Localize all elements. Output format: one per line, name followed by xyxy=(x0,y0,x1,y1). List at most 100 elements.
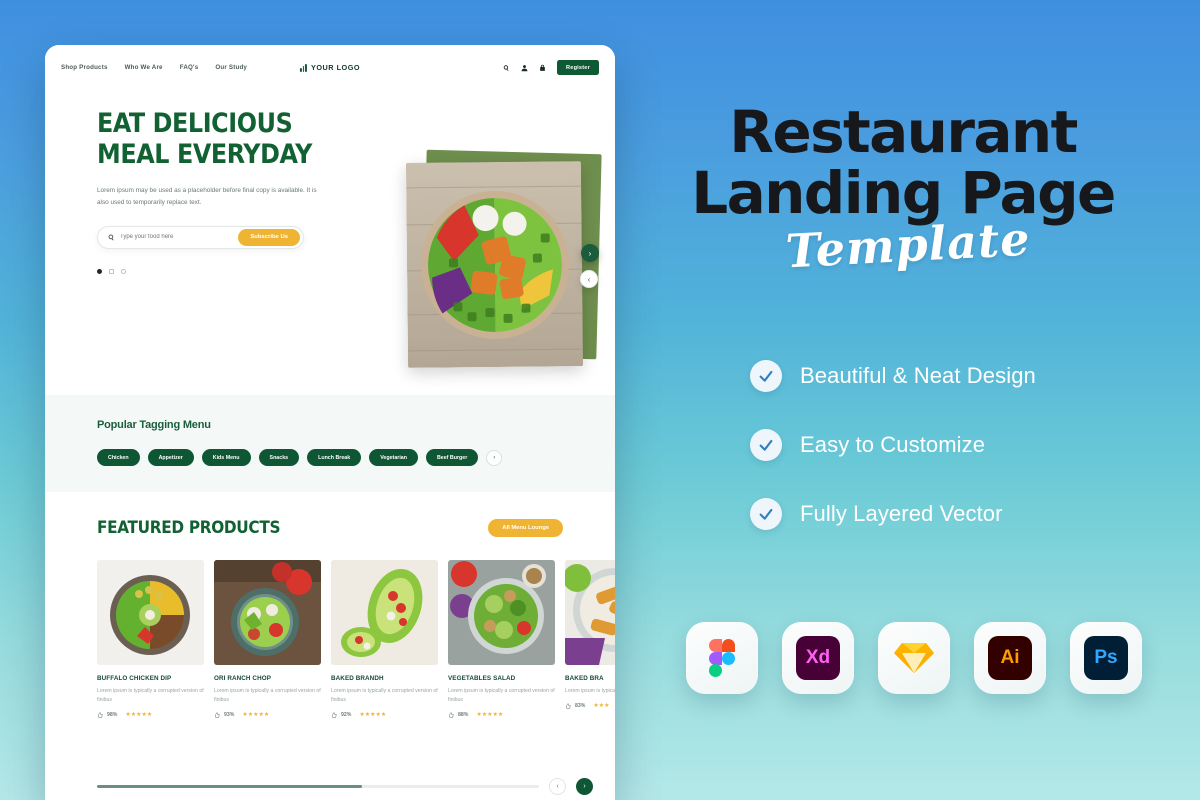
product-name: BAKED BRANDH xyxy=(331,675,384,682)
check-circle-icon xyxy=(750,498,782,530)
product-name: VEGETABLES SALAD xyxy=(448,675,516,682)
product-image xyxy=(448,560,555,665)
product-card-list: BUFFALO CHICKEN DIP Lorem ipsum is typic… xyxy=(97,560,615,718)
product-desc: Lorem ipsum is typically a corrupted ver… xyxy=(214,688,321,704)
product-card[interactable]: ORI RANCH CHOP Lorem ipsum is typically … xyxy=(214,560,321,718)
product-percent: 83% xyxy=(575,703,586,710)
logo-text: YOUR LOGO xyxy=(310,63,361,72)
product-rating: 88% ★★★★★ xyxy=(448,712,555,718)
product-desc: Lorem ipsum is typically a corrupted ver… xyxy=(331,688,438,704)
promo-title: Restaurant Landing Page xyxy=(640,103,1166,222)
popular-tagging-section: Popular Tagging Menu Chicken Appetizer K… xyxy=(45,395,615,492)
product-rating: 83% ★★★ xyxy=(565,703,615,709)
promo-title-line1: Restaurant xyxy=(729,98,1078,166)
tag-appetizer[interactable]: Appetizer xyxy=(147,449,194,466)
search-icon[interactable] xyxy=(503,64,510,72)
carousel-progress-track[interactable] xyxy=(97,785,539,788)
feature-item: Beautiful & Neat Design xyxy=(750,360,1036,392)
tag-snacks[interactable]: Snacks xyxy=(258,449,300,466)
nav-link-faqs[interactable]: FAQ's xyxy=(180,64,199,71)
app-tile-adobe-xd: Xd xyxy=(782,622,854,694)
thumbs-up-icon xyxy=(449,712,454,718)
carousel-dot-3[interactable] xyxy=(121,268,126,274)
product-rating: 93% ★★★★★ xyxy=(214,712,321,718)
product-percent: 98% xyxy=(107,712,118,719)
featured-header: FEATURED PRODUCTS All Menu Lounge xyxy=(97,518,615,538)
tag-kids-menu[interactable]: Kids Menu xyxy=(201,449,251,466)
hero-media: › ‹ xyxy=(405,149,607,372)
promo-panel: Restaurant Landing Page Template Beautif… xyxy=(640,0,1200,800)
check-circle-icon xyxy=(750,360,782,392)
product-card[interactable]: BAKED BRANDH Lorem ipsum is typically a … xyxy=(331,560,438,718)
product-desc: Lorem ipsum is typically a corrupted ver… xyxy=(448,688,555,704)
bar-chart-icon xyxy=(299,63,307,72)
product-percent: 92% xyxy=(341,712,352,719)
thumbs-up-icon xyxy=(215,712,220,718)
browser-mockup: Shop Products Who We Are FAQ's Our Study… xyxy=(45,45,615,800)
logo[interactable]: YOUR LOGO xyxy=(299,63,361,72)
product-stars: ★★★★★ xyxy=(242,712,270,719)
product-card[interactable]: VEGETABLES SALAD Lorem ipsum is typicall… xyxy=(448,560,555,718)
product-name: BAKED BRA xyxy=(565,675,604,682)
site-header: Shop Products Who We Are FAQ's Our Study… xyxy=(45,45,615,90)
user-icon[interactable] xyxy=(521,64,528,72)
product-percent: 93% xyxy=(224,712,235,719)
carousel-progress-fill xyxy=(97,785,363,788)
all-menu-lounge-button[interactable]: All Menu Lounge xyxy=(488,519,563,537)
app-tile-adobe-illustrator: Ai xyxy=(974,622,1046,694)
subscribe-button[interactable]: Subscribe Us xyxy=(238,228,300,246)
app-tile-adobe-photoshop: Ps xyxy=(1070,622,1142,694)
feature-item: Easy to Customize xyxy=(750,429,1036,461)
thumbs-up-icon xyxy=(332,712,337,718)
hero-food-photo xyxy=(405,161,584,368)
check-circle-icon xyxy=(750,429,782,461)
main-nav: Shop Products Who We Are FAQ's Our Study xyxy=(61,64,247,71)
product-desc: Lorem ipsum is typically a corrupted ver… xyxy=(97,688,204,704)
nav-link-our-study[interactable]: Our Study xyxy=(215,64,247,71)
sketch-icon xyxy=(894,643,934,673)
food-search-input[interactable] xyxy=(120,234,239,241)
figma-icon xyxy=(709,639,735,678)
hero-heading-line2: MEAL EVERYDAY xyxy=(97,139,312,170)
adobe-illustrator-icon: Ai xyxy=(988,636,1032,680)
app-tile-figma xyxy=(686,622,758,694)
hero-paragraph: Lorem ipsum may be used as a placeholder… xyxy=(97,187,317,206)
product-percent: 88% xyxy=(458,712,469,719)
tag-list: Chicken Appetizer Kids Menu Snacks Lunch… xyxy=(97,449,615,466)
cart-icon[interactable] xyxy=(539,64,546,72)
tag-beef-burger[interactable]: Beef Burger xyxy=(425,449,479,466)
carousel-dot-2[interactable] xyxy=(109,268,114,274)
hero-search-bar[interactable]: Subscribe Us xyxy=(97,225,304,249)
featured-title: FEATURED PRODUCTS xyxy=(97,518,281,538)
carousel-controls: ‹ › xyxy=(97,778,593,795)
app-icon-list: Xd Ai Ps xyxy=(686,622,1142,694)
product-card[interactable]: BAKED BRA Lorem ipsum is typically a cor… xyxy=(565,560,615,718)
product-stars: ★★★★★ xyxy=(476,712,504,719)
product-desc: Lorem ipsum is typically a corrupted ver… xyxy=(565,688,615,694)
product-card[interactable]: BUFFALO CHICKEN DIP Lorem ipsum is typic… xyxy=(97,560,204,718)
carousel-next-button[interactable]: › xyxy=(576,778,593,795)
product-image xyxy=(331,560,438,665)
adobe-photoshop-icon: Ps xyxy=(1084,636,1128,680)
app-tile-sketch xyxy=(878,622,950,694)
product-image xyxy=(214,560,321,665)
product-name: ORI RANCH CHOP xyxy=(214,675,272,682)
product-rating: 92% ★★★★★ xyxy=(331,712,438,718)
nav-link-who-we-are[interactable]: Who We Are xyxy=(125,64,163,71)
carousel-dot-1[interactable] xyxy=(97,268,102,274)
register-button[interactable]: Register xyxy=(557,60,599,75)
carousel-prev-button[interactable]: ‹ xyxy=(549,778,566,795)
nav-link-shop-products[interactable]: Shop Products xyxy=(61,64,108,71)
hero-section: EAT DELICIOUS MEAL EVERYDAY Lorem ipsum … xyxy=(45,90,615,395)
feature-item: Fully Layered Vector xyxy=(750,498,1036,530)
tags-next-button[interactable]: › xyxy=(486,449,503,466)
product-stars: ★★★★★ xyxy=(359,712,387,719)
hero-prev-button[interactable]: ‹ xyxy=(580,270,598,288)
product-image xyxy=(565,560,615,665)
hero-next-button[interactable]: › xyxy=(581,244,599,262)
tag-chicken[interactable]: Chicken xyxy=(97,449,140,466)
tag-lunch-break[interactable]: Lunch Break xyxy=(307,449,362,466)
tag-vegetarian[interactable]: Vegetarian xyxy=(369,449,418,466)
feature-list: Beautiful & Neat Design Easy to Customiz… xyxy=(750,360,1036,530)
hero-heading-line1: EAT DELICIOUS xyxy=(97,108,293,139)
